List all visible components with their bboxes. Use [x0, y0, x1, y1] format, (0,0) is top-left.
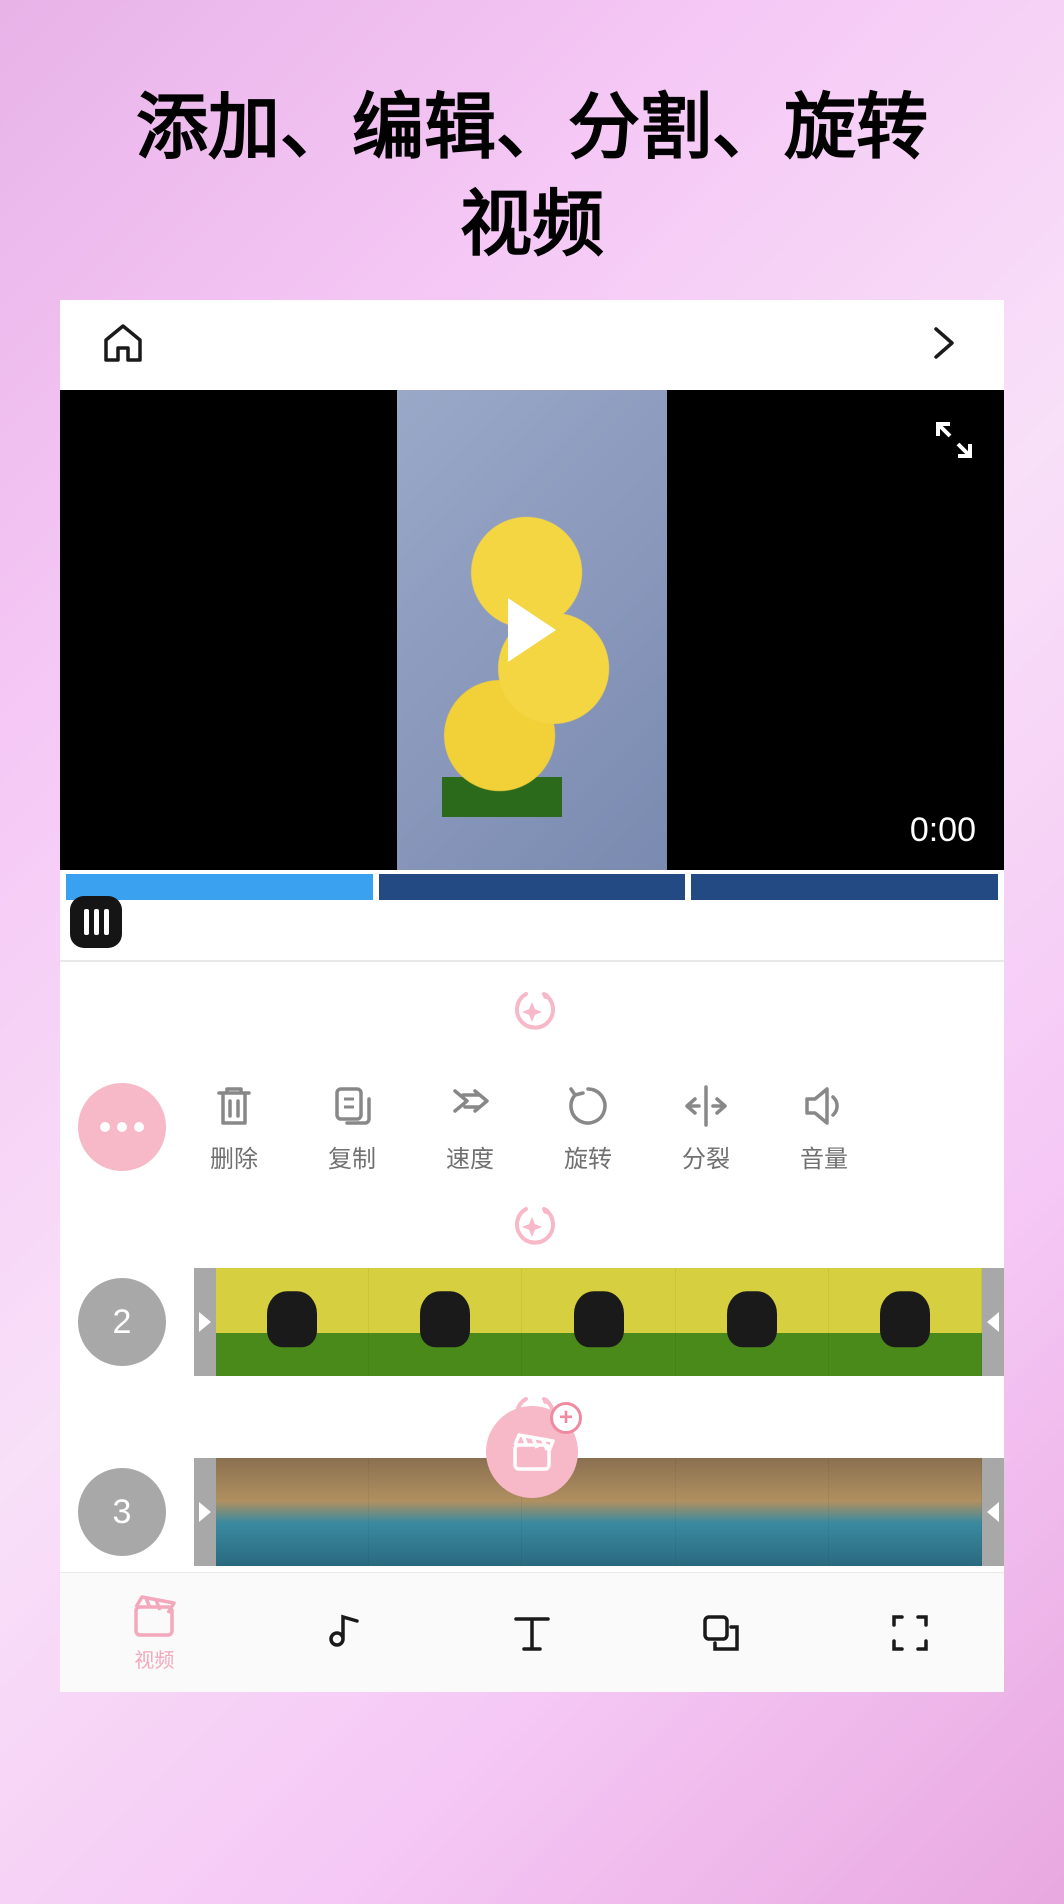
segment-2[interactable]: [379, 874, 686, 900]
sparkle-icon: [508, 988, 556, 1036]
nav-video[interactable]: 视频: [130, 1593, 178, 1673]
tool-volume[interactable]: 音量: [786, 1081, 862, 1174]
add-clip-button[interactable]: +: [486, 1406, 578, 1498]
clip-track-2[interactable]: [194, 1268, 1004, 1376]
frame: [829, 1268, 982, 1376]
frame: [829, 1458, 982, 1566]
tool-speed-label: 速度: [446, 1139, 494, 1174]
transition-row-1: [60, 962, 1004, 1062]
segment-3[interactable]: [691, 874, 998, 900]
promo-title-line2: 视频: [0, 177, 1064, 274]
sparkle-icon: [508, 1203, 556, 1251]
frame: [676, 1268, 829, 1376]
bottom-nav: 视频: [60, 1572, 1004, 1692]
transition-button-2[interactable]: [508, 1203, 556, 1251]
trash-icon: [209, 1081, 259, 1131]
tool-volume-label: 音量: [800, 1139, 848, 1174]
clip-row-3: 3 +: [60, 1452, 1004, 1572]
more-button[interactable]: [78, 1083, 166, 1171]
aspect-ratio-icon: [886, 1609, 934, 1657]
copy-icon: [327, 1081, 377, 1131]
clip-handle-right-3[interactable]: [982, 1458, 1004, 1566]
playhead-handle[interactable]: [70, 896, 122, 948]
text-icon: [508, 1609, 556, 1657]
layers-icon: [697, 1609, 745, 1657]
rotate-icon: [563, 1081, 613, 1131]
clip-handle-left-2[interactable]: [194, 1268, 216, 1376]
nav-video-label: 视频: [134, 1644, 174, 1673]
split-icon: [681, 1081, 731, 1131]
topbar: [60, 300, 1004, 390]
transition-row-2: [60, 1192, 1004, 1262]
tools-scroll[interactable]: 删除 复制 速度 旋转 分裂 音量: [196, 1081, 1004, 1174]
plus-badge: +: [550, 1402, 582, 1434]
clip-row-2: 2: [60, 1262, 1004, 1382]
clip-handle-right-2[interactable]: [982, 1268, 1004, 1376]
next-button[interactable]: [924, 323, 964, 368]
tool-rotate[interactable]: 旋转: [550, 1081, 626, 1174]
tool-split[interactable]: 分裂: [668, 1081, 744, 1174]
tool-split-label: 分裂: [682, 1139, 730, 1174]
transition-button-1[interactable]: [508, 988, 556, 1036]
frame: [216, 1268, 369, 1376]
expand-icon: [932, 418, 976, 462]
playback-time: 0:00: [910, 811, 976, 850]
tool-delete-label: 删除: [210, 1139, 258, 1174]
chevron-right-icon: [924, 323, 964, 363]
nav-music[interactable]: [319, 1609, 367, 1657]
playhead-track: [60, 900, 1004, 960]
timeline-segments[interactable]: [60, 870, 1004, 900]
clip-handle-left-3[interactable]: [194, 1458, 216, 1566]
clip-number-3[interactable]: 3: [78, 1468, 166, 1556]
frame: [369, 1268, 522, 1376]
nav-aspect[interactable]: [886, 1609, 934, 1657]
tool-copy[interactable]: 复制: [314, 1081, 390, 1174]
music-icon: [319, 1609, 367, 1657]
play-button[interactable]: [508, 598, 556, 662]
home-button[interactable]: [100, 320, 146, 371]
frame: [216, 1458, 369, 1566]
frame: [522, 1268, 675, 1376]
tools-row: 删除 复制 速度 旋转 分裂 音量: [60, 1062, 1004, 1192]
frame: [676, 1458, 829, 1566]
clip-frames-3[interactable]: [216, 1458, 982, 1566]
nav-text[interactable]: [508, 1609, 556, 1657]
tool-rotate-label: 旋转: [564, 1139, 612, 1174]
clapperboard-icon: [509, 1429, 555, 1475]
clip-track-3[interactable]: [194, 1458, 1004, 1566]
home-icon: [100, 320, 146, 366]
app-frame: 0:00 删除: [60, 300, 1004, 1692]
volume-icon: [799, 1081, 849, 1131]
fullscreen-button[interactable]: [932, 418, 976, 462]
clip-frames-2[interactable]: [216, 1268, 982, 1376]
promo-title-line1: 添加、编辑、分割、旋转: [0, 80, 1064, 177]
video-icon: [130, 1593, 178, 1641]
tool-speed[interactable]: 速度: [432, 1081, 508, 1174]
promo-title: 添加、编辑、分割、旋转 视频: [0, 0, 1064, 274]
add-clip-overlay: +: [486, 1406, 578, 1498]
nav-layers[interactable]: [697, 1609, 745, 1657]
video-preview: 0:00: [60, 390, 1004, 870]
speed-icon: [445, 1081, 495, 1131]
clip-number-2[interactable]: 2: [78, 1278, 166, 1366]
tool-delete[interactable]: 删除: [196, 1081, 272, 1174]
tool-copy-label: 复制: [328, 1139, 376, 1174]
